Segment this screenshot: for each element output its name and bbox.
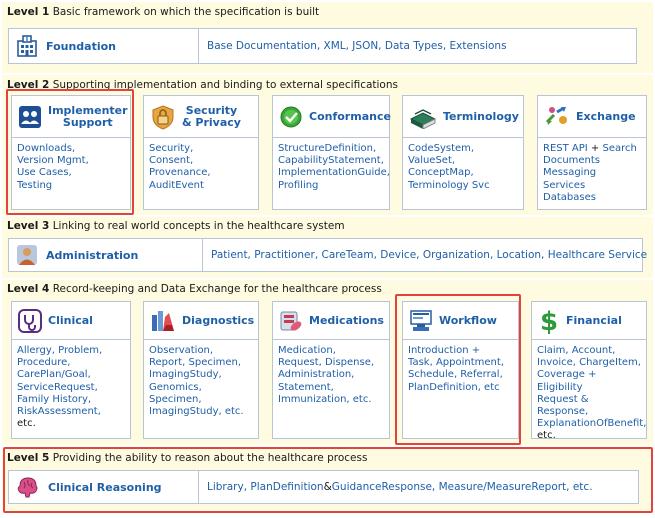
administration-links[interactable]: Patient, Practitioner, CareTeam, Device,… xyxy=(203,239,647,271)
workflow-links[interactable]: Introduction + Task, Appointment, Schedu… xyxy=(408,345,514,394)
foundation-links[interactable]: Base Documentation, XML, JSON, Data Type… xyxy=(199,29,636,63)
administration-module[interactable]: Administration xyxy=(9,239,203,271)
clinical-reasoning-links[interactable]: Library, PlanDefinition & GuidanceRespon… xyxy=(199,471,638,503)
level-2-title: Level 2 Supporting implementation and bi… xyxy=(7,79,398,91)
flask-icon xyxy=(150,309,176,333)
building-icon xyxy=(16,35,38,57)
workflow-module[interactable]: Workflow Introduction + Task, Appointmen… xyxy=(402,301,519,439)
brain-icon xyxy=(16,476,40,498)
clinical-reasoning-row[interactable]: Clinical Reasoning Library, PlanDefiniti… xyxy=(8,470,639,504)
level-3-title: Level 3 Linking to real world concepts i… xyxy=(7,220,345,232)
dollar-icon: $ xyxy=(538,308,560,334)
exchange-arrows-icon xyxy=(544,105,570,129)
level-5-title: Level 5 Providing the ability to reason … xyxy=(7,452,368,464)
financial-label: Financial xyxy=(566,313,622,327)
stethoscope-icon xyxy=(18,308,42,333)
workflow-label: Workflow xyxy=(439,313,497,327)
administration-row[interactable]: Administration Patient, Practitioner, Ca… xyxy=(8,238,647,272)
terminology-links[interactable]: CodeSystem, ValueSet, ConceptMap, Termin… xyxy=(408,143,519,192)
foundation-row[interactable]: Foundation Base Documentation, XML, JSON… xyxy=(8,28,637,64)
level-1-title: Level 1 Basic framework on which the spe… xyxy=(7,6,320,18)
implementer-support-links[interactable]: Downloads, Version Mgmt, Use Cases, Test… xyxy=(17,143,126,192)
foundation-label: Foundation xyxy=(46,39,117,53)
level-3-panel: Level 3 Linking to real world concepts i… xyxy=(2,217,653,278)
diagnostics-module[interactable]: Diagnostics Observation, Report, Specime… xyxy=(143,301,259,439)
checkmark-icon xyxy=(279,105,303,129)
conformance-label: Conformance xyxy=(309,109,391,123)
terminology-label: Terminology xyxy=(443,109,519,123)
financial-links[interactable]: Claim, Account, Invoice, ChargeItem, Cov… xyxy=(537,345,646,443)
clinical-reasoning-module[interactable]: Clinical Reasoning xyxy=(9,471,199,503)
exchange-label: Exchange xyxy=(576,109,636,123)
medications-module[interactable]: Medications Medication, Request, Dispens… xyxy=(272,301,390,439)
clinical-links[interactable]: Allergy, Problem, Procedure, CarePlan/Go… xyxy=(17,345,126,430)
diagnostics-label: Diagnostics xyxy=(182,313,255,327)
security-privacy-links[interactable]: Security, Consent, Provenance, AuditEven… xyxy=(149,143,254,192)
exchange-module[interactable]: Exchange REST API + Search Documents Mes… xyxy=(537,95,647,210)
pills-icon xyxy=(279,309,303,333)
diagnostics-links[interactable]: Observation, Report, Specimen, ImagingSt… xyxy=(149,345,254,418)
medications-label: Medications xyxy=(309,313,384,327)
level-5-panel: Level 5 Providing the ability to reason … xyxy=(2,449,653,511)
administration-label: Administration xyxy=(46,248,139,262)
exchange-links[interactable]: REST API + Search Documents Messaging Se… xyxy=(543,143,642,204)
level-1-panel: Level 1 Basic framework on which the spe… xyxy=(2,2,653,73)
implementer-support-module[interactable]: Implementer Support Downloads, Version M… xyxy=(11,95,131,210)
clinical-reasoning-label: Clinical Reasoning xyxy=(48,480,162,494)
people-icon xyxy=(18,105,42,129)
conformance-links[interactable]: StructureDefinition, CapabilityStatement… xyxy=(278,143,390,192)
level-2-panel: Level 2 Supporting implementation and bi… xyxy=(2,75,653,215)
svg-text:$: $ xyxy=(540,308,558,334)
level-4-title: Level 4 Record-keeping and Data Exchange… xyxy=(7,283,382,295)
clinical-module[interactable]: Clinical Allergy, Problem, Procedure, Ca… xyxy=(11,301,131,439)
foundation-module[interactable]: Foundation xyxy=(9,29,199,63)
workflow-icon xyxy=(409,309,433,333)
security-privacy-module[interactable]: Security & Privacy Security, Consent, Pr… xyxy=(143,95,259,210)
implementer-support-label: Implementer Support xyxy=(48,103,128,129)
financial-module[interactable]: $ Financial Claim, Account, Invoice, Cha… xyxy=(531,301,647,441)
conformance-module[interactable]: Conformance StructureDefinition, Capabil… xyxy=(272,95,391,210)
clinical-label: Clinical xyxy=(48,313,93,327)
medications-links[interactable]: Medication, Request, Dispense, Administr… xyxy=(278,345,385,406)
level-4-panel: Level 4 Record-keeping and Data Exchange… xyxy=(2,280,653,445)
lock-shield-icon xyxy=(150,104,176,130)
terminology-module[interactable]: Terminology CodeSystem, ValueSet, Concep… xyxy=(402,95,524,210)
fhir-framework-diagram: Level 1 Basic framework on which the spe… xyxy=(0,0,655,518)
book-icon xyxy=(409,105,437,129)
person-icon xyxy=(16,244,38,266)
security-privacy-label: Security & Privacy xyxy=(182,103,241,129)
